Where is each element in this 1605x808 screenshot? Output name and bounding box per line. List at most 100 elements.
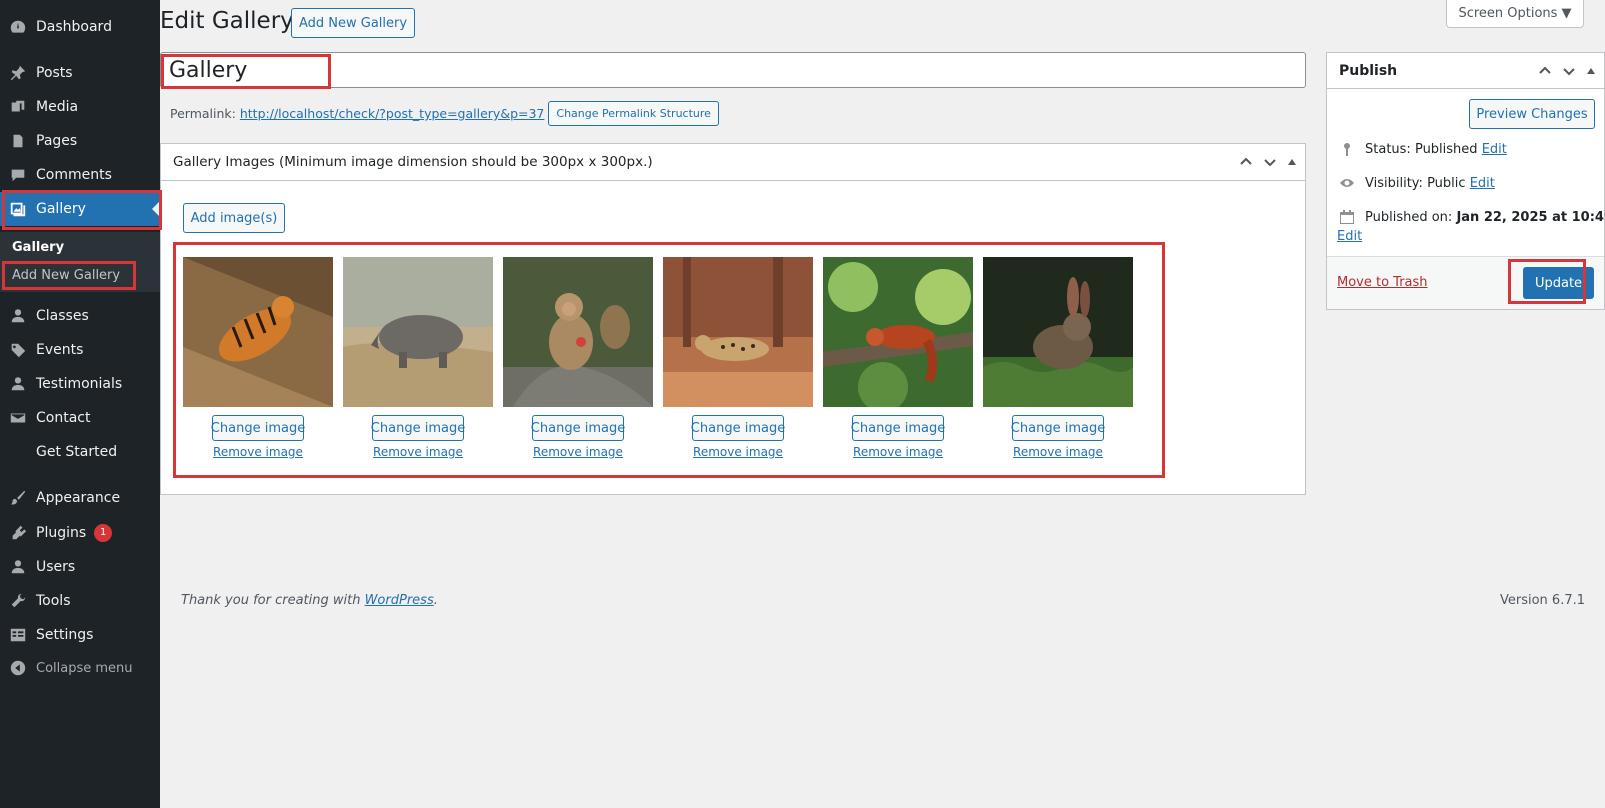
dashboard-icon [0,18,36,36]
gallery-metabox-header: Gallery Images (Minimum image dimension … [161,144,1305,181]
menu-contact[interactable]: Contact [0,401,160,435]
preview-changes-button[interactable]: Preview Changes [1469,99,1595,129]
pin-icon [0,64,36,82]
menu-media[interactable]: Media [0,90,160,124]
screen-options-button[interactable]: Screen Options ▼ [1446,0,1584,28]
change-permalink-button[interactable]: Change Permalink Structure [548,101,719,126]
settings-icon [0,626,36,644]
remove-image-link[interactable]: Remove image [343,445,493,459]
permalink-url-link[interactable]: http://localhost/check/?post_type=galler… [240,106,545,121]
add-images-button[interactable]: Add image(s) [183,203,285,233]
remove-image-link[interactable]: Remove image [983,445,1133,459]
footer-version: Version 6.7.1 [1499,593,1585,608]
status-row: Status: Published Edit [1339,141,1507,157]
footer-thanks: Thank you for creating with WordPress. [181,593,438,608]
published-on-value: Jan 22, 2025 at 10:49 [1456,209,1605,225]
email-icon [0,409,36,427]
collapse-menu-button[interactable]: Collapse menu [0,651,160,685]
move-to-trash-link[interactable]: Move to Trash [1337,275,1428,290]
menu-pages[interactable]: Pages [0,124,160,158]
edit-status-link[interactable]: Edit [1482,142,1507,157]
menu-media-label: Media [36,99,79,115]
menu-dashboard-label: Dashboard [36,19,112,35]
menu-gallery[interactable]: Gallery [0,192,160,226]
gallery-thumbnail-leopard [663,257,813,407]
menu-gallery-label: Gallery [36,201,86,217]
published-on-label: Published on: [1365,209,1453,225]
menu-settings[interactable]: Settings [0,618,160,652]
move-up-icon[interactable] [1538,64,1552,78]
toggle-panel-icon[interactable] [1287,157,1297,167]
change-image-button[interactable]: Change image [211,415,305,441]
menu-comments[interactable]: Comments [0,158,160,192]
gallery-thumbnail-rhino [343,257,493,407]
post-title-input[interactable] [160,52,1306,88]
toggle-panel-icon[interactable] [1586,66,1596,76]
change-image-button[interactable]: Change image [531,415,625,441]
permalink-label: Permalink: [170,106,236,121]
menu-posts[interactable]: Posts [0,56,160,90]
gallery-metabox-title: Gallery Images (Minimum image dimension … [173,154,653,170]
calendar-icon [1340,210,1354,224]
change-image-button[interactable]: Change image [1011,415,1105,441]
admin-sidebar: Dashboard Posts Media Pages Comments Gal… [0,0,160,808]
current-menu-arrow [152,201,160,217]
publish-header: Publish [1327,53,1604,89]
menu-tools[interactable]: Tools [0,584,160,618]
menu-testimonials-label: Testimonials [36,376,123,392]
edit-date-link[interactable]: Edit [1337,229,1362,244]
media-icon [0,98,36,116]
menu-comments-label: Comments [36,167,112,183]
gallery-submenu: Gallery Add New Gallery [0,232,160,292]
wrench-icon [0,592,36,610]
move-down-icon[interactable] [1562,64,1576,78]
menu-contact-label: Contact [36,410,91,426]
remove-image-link[interactable]: Remove image [663,445,813,459]
collapse-icon [0,659,36,677]
menu-classes-label: Classes [36,308,89,324]
menu-appearance[interactable]: Appearance [0,481,160,515]
menu-plugins-label: Plugins [36,525,87,541]
remove-image-link[interactable]: Remove image [503,445,653,459]
remove-image-link[interactable]: Remove image [183,445,333,459]
published-on-row: Published on: Jan 22, 2025 at 10:49 [1339,209,1605,225]
menu-classes[interactable]: Classes [0,299,160,333]
publish-metabox: Publish Preview Changes Status: Publishe… [1326,52,1605,310]
menu-get-started-label: Get Started [36,444,118,460]
visibility-value: Public [1427,175,1466,191]
update-button[interactable]: Update [1523,267,1594,299]
submenu-gallery[interactable]: Gallery [12,240,64,255]
status-label: Status: [1365,141,1411,157]
menu-events-label: Events [36,342,84,358]
menu-users[interactable]: Users [0,550,160,584]
menu-dashboard[interactable]: Dashboard [0,10,160,44]
menu-tools-label: Tools [36,593,71,609]
move-up-icon[interactable] [1239,155,1253,169]
footer-thanks-text: Thank you for creating with [181,593,365,608]
tag-icon [0,341,36,359]
menu-users-label: Users [36,559,76,575]
brush-icon [0,489,36,507]
menu-testimonials[interactable]: Testimonials [0,367,160,401]
add-new-gallery-button[interactable]: Add New Gallery [291,8,415,38]
pin-icon [1344,143,1350,156]
menu-events[interactable]: Events [0,333,160,367]
visibility-label: Visibility: [1365,175,1423,191]
menu-get-started[interactable]: Get Started [0,435,160,469]
wordpress-link[interactable]: WordPress [365,593,434,608]
edit-visibility-link[interactable]: Edit [1470,176,1495,191]
change-image-button[interactable]: Change image [371,415,465,441]
menu-plugins[interactable]: Plugins 1 [0,516,160,550]
submenu-add-new-gallery[interactable]: Add New Gallery [12,268,120,283]
plugin-icon [0,524,36,542]
gallery-thumbnail-rabbit [983,257,1133,407]
change-image-button[interactable]: Change image [691,415,785,441]
gallery-images-metabox: Gallery Images (Minimum image dimension … [160,143,1306,495]
remove-image-link[interactable]: Remove image [823,445,973,459]
permalink-row: Permalink: http://localhost/check/?post_… [170,101,719,126]
menu-posts-label: Posts [36,65,73,81]
publish-title: Publish [1339,62,1398,79]
change-image-button[interactable]: Change image [851,415,945,441]
page-title: Edit Gallery [160,8,294,34]
move-down-icon[interactable] [1263,155,1277,169]
